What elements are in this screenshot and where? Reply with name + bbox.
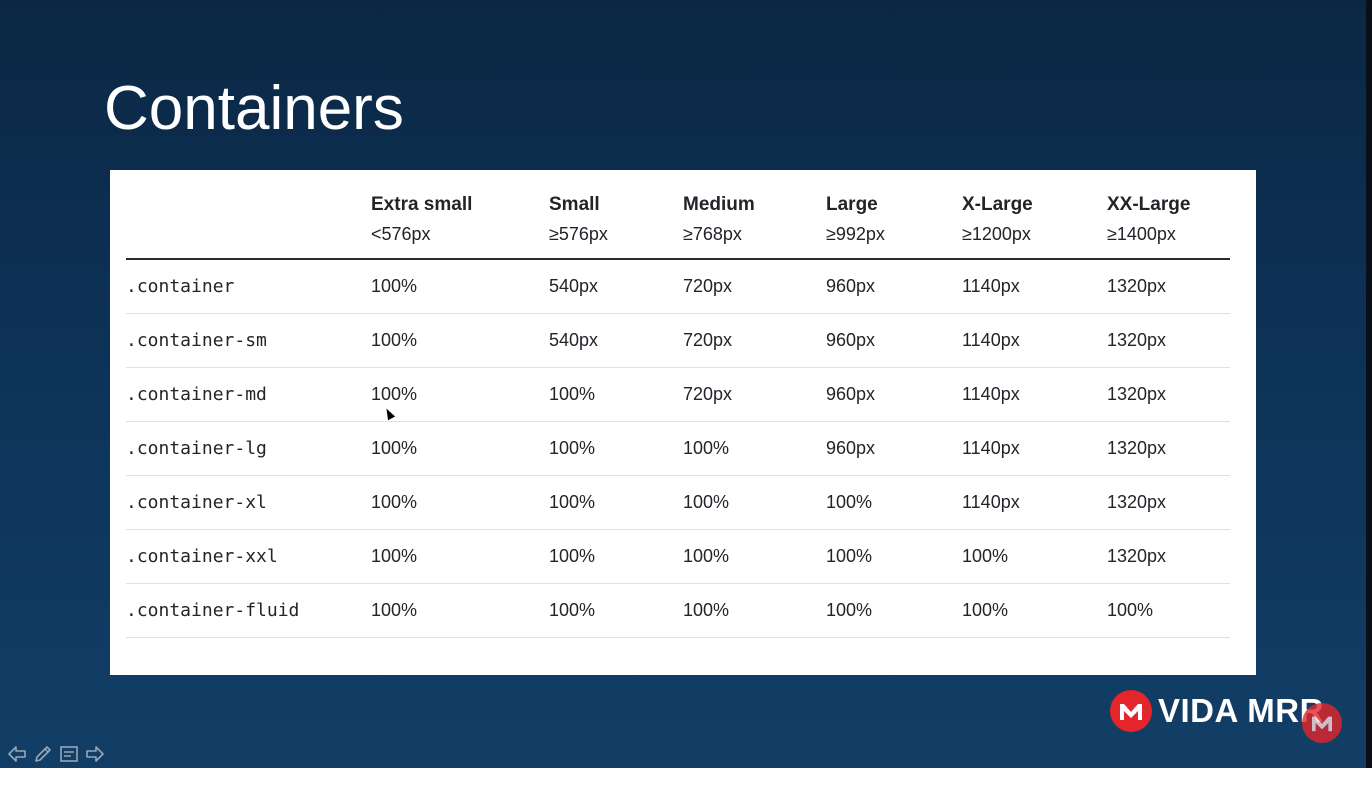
table-row: .container-sm 100% 540px 720px 960px 114… xyxy=(126,313,1230,368)
table-cell: 100% xyxy=(962,529,1107,584)
table-cell: 100% xyxy=(549,583,683,638)
table-cell: 100% xyxy=(371,367,549,422)
column-range: ≥1400px xyxy=(1107,224,1176,244)
table-cell: 1140px xyxy=(962,421,1107,476)
table-cell: 100% xyxy=(371,259,549,314)
table-cell: 100% xyxy=(826,475,962,530)
header-small: Small ≥576px xyxy=(549,190,683,260)
table-row: .container-xl 100% 100% 100% 100% 1140px… xyxy=(126,475,1230,530)
table-cell: 100% xyxy=(1107,583,1230,638)
table-cell: 1140px xyxy=(962,475,1107,530)
table-cell: 1140px xyxy=(962,313,1107,368)
table-header-row: Extra small <576px Small ≥576px Medium ≥… xyxy=(126,190,1230,260)
presentation-slide: Containers Extra small <576px Small ≥576… xyxy=(0,0,1366,768)
slide-title: Containers xyxy=(104,74,404,143)
container-breakpoints-table: Extra small <576px Small ≥576px Medium ≥… xyxy=(126,190,1230,638)
table-cell: 1320px xyxy=(1107,529,1230,584)
table-cell: 100% xyxy=(826,583,962,638)
column-range: ≥992px xyxy=(826,224,885,244)
header-large: Large ≥992px xyxy=(826,190,962,260)
table-cell: 960px xyxy=(826,421,962,476)
brand-name: VIDA MRR xyxy=(1158,692,1324,729)
table-cell: 100% xyxy=(549,367,683,422)
container-class-name: .container-xl xyxy=(126,475,371,530)
table-cell: 100% xyxy=(826,529,962,584)
previous-arrow-icon[interactable] xyxy=(4,742,30,766)
table-cell: 100% xyxy=(962,583,1107,638)
table-cell: 540px xyxy=(549,259,683,314)
table-row: .container-fluid 100% 100% 100% 100% 100… xyxy=(126,583,1230,638)
column-range: <576px xyxy=(371,224,431,244)
container-breakpoints-table-card: Extra small <576px Small ≥576px Medium ≥… xyxy=(110,170,1256,675)
table-cell: 100% xyxy=(371,529,549,584)
header-medium: Medium ≥768px xyxy=(683,190,826,260)
table-cell: 1320px xyxy=(1107,313,1230,368)
table-cell: 100% xyxy=(549,475,683,530)
column-name: Medium xyxy=(683,194,755,215)
table-cell: 540px xyxy=(549,313,683,368)
table-cell: 720px xyxy=(683,313,826,368)
brand-badge-icon xyxy=(1110,690,1152,732)
table-cell: 100% xyxy=(371,313,549,368)
table-cell: 720px xyxy=(683,259,826,314)
column-name: XX-Large xyxy=(1107,194,1191,215)
window-edge xyxy=(1366,0,1372,768)
table-cell: 100% xyxy=(683,421,826,476)
table-cell: 100% xyxy=(683,583,826,638)
table-cell: 1320px xyxy=(1107,475,1230,530)
container-class-name: .container-xxl xyxy=(126,529,371,584)
column-range: ≥1200px xyxy=(962,224,1031,244)
container-class-name: .container-sm xyxy=(126,313,371,368)
header-xx-large: XX-Large ≥1400px xyxy=(1107,190,1230,260)
table-cell: 720px xyxy=(683,367,826,422)
table-cell: 100% xyxy=(683,529,826,584)
table-cell: 100% xyxy=(549,529,683,584)
table-cell: 100% xyxy=(371,475,549,530)
container-class-name: .container-md xyxy=(126,367,371,422)
container-class-name: .container xyxy=(126,259,371,314)
slides-menu-icon[interactable] xyxy=(56,742,82,766)
table-cell: 100% xyxy=(549,421,683,476)
header-extra-small: Extra small <576px xyxy=(371,190,549,260)
table-cell: 960px xyxy=(826,259,962,314)
pen-icon[interactable] xyxy=(30,742,56,766)
table-cell: 100% xyxy=(371,421,549,476)
header-empty-cell xyxy=(126,190,371,260)
slide-toolbar xyxy=(4,742,108,766)
table-cell: 1320px xyxy=(1107,367,1230,422)
table-cell: 1140px xyxy=(962,259,1107,314)
table-cell: 960px xyxy=(826,313,962,368)
table-row: .container 100% 540px 720px 960px 1140px… xyxy=(126,259,1230,314)
column-name: Small xyxy=(549,194,600,215)
table-row: .container-xxl 100% 100% 100% 100% 100% … xyxy=(126,529,1230,584)
table-row: .container-md 100% 100% 720px 960px 1140… xyxy=(126,367,1230,422)
brand-logo: VIDA MRR xyxy=(1110,690,1324,732)
column-range: ≥768px xyxy=(683,224,742,244)
table-row: .container-lg 100% 100% 100% 960px 1140p… xyxy=(126,421,1230,476)
table-cell: 100% xyxy=(371,583,549,638)
container-class-name: .container-lg xyxy=(126,421,371,476)
brand-watermark-icon xyxy=(1302,703,1342,743)
table-cell: 1320px xyxy=(1107,259,1230,314)
column-name: X-Large xyxy=(962,194,1033,215)
table-cell: 100% xyxy=(683,475,826,530)
table-cell: 1320px xyxy=(1107,421,1230,476)
column-range: ≥576px xyxy=(549,224,608,244)
column-name: Extra small xyxy=(371,194,473,215)
container-class-name: .container-fluid xyxy=(126,583,371,638)
header-x-large: X-Large ≥1200px xyxy=(962,190,1107,260)
table-cell: 1140px xyxy=(962,367,1107,422)
next-arrow-icon[interactable] xyxy=(82,742,108,766)
table-cell: 960px xyxy=(826,367,962,422)
column-name: Large xyxy=(826,194,878,215)
